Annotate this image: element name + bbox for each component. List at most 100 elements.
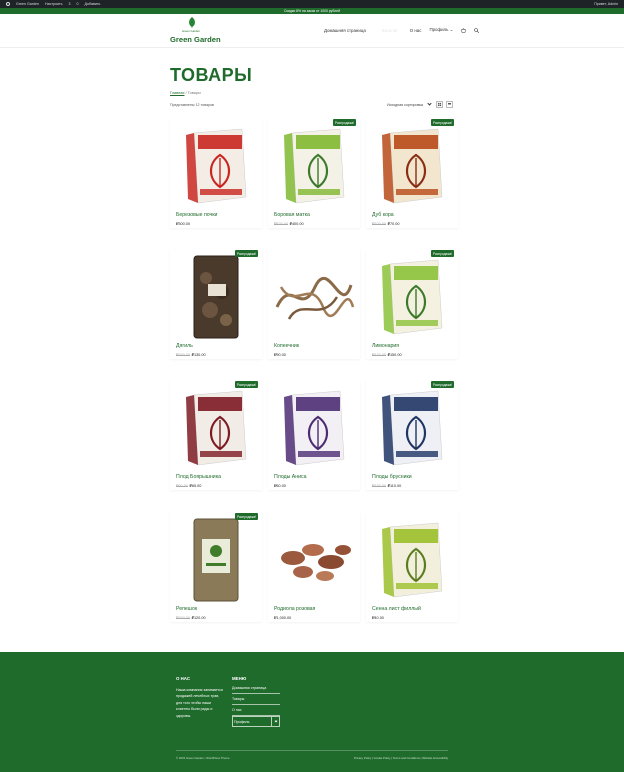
admin-bar: Green Garden Настроить 3 0 Добавить Прив…	[0, 0, 624, 8]
footer-about-text: Наша компания занимается продажей лечебн…	[176, 688, 223, 718]
admin-customize[interactable]: Настроить	[45, 2, 63, 6]
product-image[interactable]	[368, 253, 456, 341]
product-name[interactable]: Березовые почки	[176, 212, 217, 218]
product-name[interactable]: Плоды брусники	[372, 474, 412, 480]
product-name[interactable]: Дуб кора	[372, 212, 394, 218]
product-name[interactable]: Сенна лист филлый	[372, 606, 421, 612]
product-name[interactable]: Копеечник	[274, 343, 299, 349]
footer-legal-links[interactable]: Privacy Policy | Cookie Policy | Terms a…	[354, 756, 448, 760]
product-name[interactable]: Плоды Аниса	[274, 474, 306, 480]
grid-view-button[interactable]	[436, 101, 443, 108]
current-price: ₽400.00	[289, 222, 304, 226]
product-price: ₽130.00 ₽110.00	[372, 483, 401, 488]
product-card[interactable]: Березовые почки ₽300.00	[170, 118, 262, 228]
footer-menu-item[interactable]: Товары	[232, 694, 280, 705]
admin-new[interactable]: Добавить	[85, 2, 101, 6]
product-card[interactable]: Распродажа! Плоды брусники ₽130.00 ₽110.0…	[366, 380, 458, 490]
current-price: ₽65.00	[189, 484, 202, 488]
footer-menu-item[interactable]: Домашняя страница	[232, 683, 280, 694]
chevron-down-icon[interactable]	[271, 717, 279, 726]
footer-menu-item: Профиль	[234, 719, 250, 724]
admin-greeting[interactable]: Привет, Admin	[594, 2, 618, 6]
old-price: ₽150.00	[176, 353, 191, 357]
chevron-down-icon	[427, 101, 432, 106]
sale-badge: Распродажа!	[430, 381, 454, 388]
cart-icon[interactable]	[461, 27, 467, 33]
product-card[interactable]: Распродажа! Боровая матка ₽520.00 ₽400.00	[268, 118, 360, 228]
product-price: ₽90.00	[274, 352, 286, 357]
sort-label: Исходная сортировка	[387, 102, 424, 107]
breadcrumb: Главная / Товары	[170, 91, 201, 95]
breadcrumb-home[interactable]: Главная	[170, 91, 184, 95]
sale-badge: Распродажа!	[234, 381, 258, 388]
current-price: ₽40.00	[372, 616, 384, 620]
nav-profile[interactable]: Профиль ⌄	[429, 27, 453, 33]
admin-comments[interactable]: 0	[77, 2, 79, 6]
admin-site-name[interactable]: Green Garden	[16, 2, 39, 6]
product-image[interactable]	[172, 516, 260, 604]
sale-badge: Распродажа!	[234, 250, 258, 257]
product-image[interactable]	[368, 384, 456, 472]
old-price: ₽100.00	[372, 222, 387, 226]
site-header: Green Garden Green Garden Домашняя стран…	[0, 14, 624, 48]
product-card[interactable]: Распродажа! Лимонария ₽170.00 ₽150.00	[366, 249, 458, 359]
product-price: ₽100.00 ₽70.00	[372, 221, 399, 226]
product-card[interactable]: Сенна лист филлый ₽40.00	[366, 512, 458, 622]
product-image[interactable]	[270, 384, 358, 472]
current-price: ₽110.00	[387, 484, 402, 488]
search-icon[interactable]	[474, 27, 480, 33]
sale-badge: Распродажа!	[332, 119, 356, 126]
product-card[interactable]: Копеечник ₽90.00	[268, 249, 360, 359]
admin-updates[interactable]: 3	[69, 2, 71, 6]
product-name[interactable]: Боровая матка	[274, 212, 310, 218]
site-footer: О НАС Наша компания занимается продажей …	[0, 652, 624, 772]
product-image[interactable]	[172, 253, 260, 341]
product-name[interactable]: Плод Боярышника	[176, 474, 221, 480]
product-card[interactable]: Родиола розовая ₽1,000.00	[268, 512, 360, 622]
current-price: ₽1,000.00	[274, 616, 292, 620]
product-image[interactable]	[172, 384, 260, 472]
footer-menu-item[interactable]: О нас	[232, 705, 280, 716]
sale-badge: Распродажа!	[234, 513, 258, 520]
product-card[interactable]: Распродажа! Репешок ₽150.00 ₽120.00	[170, 512, 262, 622]
product-card[interactable]: Распродажа! Плод Боярышника ₽90.00 ₽65.00	[170, 380, 262, 490]
current-price: ₽300.00	[176, 222, 191, 226]
grid-icon	[437, 102, 442, 107]
product-image[interactable]	[270, 253, 358, 341]
wordpress-icon[interactable]	[6, 1, 10, 7]
old-price: ₽150.00	[176, 616, 191, 620]
nav-home[interactable]: Домашняя страница	[324, 28, 366, 33]
leaf-logo-icon	[189, 17, 195, 28]
footer-menu: Домашняя страница Товары О нас Профиль	[232, 683, 280, 727]
product-price: ₽300.00	[176, 221, 190, 226]
list-view-button[interactable]	[446, 101, 453, 108]
product-card[interactable]: Плоды Аниса ₽60.00	[268, 380, 360, 490]
product-price: ₽520.00 ₽400.00	[274, 221, 304, 226]
product-name[interactable]: Репешок	[176, 606, 197, 612]
current-price: ₽150.00	[387, 353, 402, 357]
product-image[interactable]	[368, 122, 456, 210]
nav-about[interactable]: О нас	[410, 28, 422, 33]
product-card[interactable]: Распродажа! Дягиль ₽150.00 ₽130.00	[170, 249, 262, 359]
product-price: ₽1,000.00	[274, 615, 291, 620]
old-price: ₽130.00	[372, 484, 387, 488]
current-price: ₽130.00	[191, 353, 206, 357]
product-name[interactable]: Дягиль	[176, 343, 193, 349]
product-image[interactable]	[270, 516, 358, 604]
footer-divider	[176, 750, 448, 751]
old-price: ₽90.00	[176, 484, 188, 488]
product-name[interactable]: Родиола розовая	[274, 606, 315, 612]
product-card[interactable]: Распродажа! Дуб кора ₽100.00 ₽70.00	[366, 118, 458, 228]
product-price: ₽150.00 ₽130.00	[176, 352, 206, 357]
product-image[interactable]	[270, 122, 358, 210]
product-image[interactable]	[172, 122, 260, 210]
sale-badge: Распродажа!	[430, 250, 454, 257]
nav-catalog[interactable]: Каталог	[382, 28, 398, 33]
footer-copyright: © 2023 Green Garden • WordPress Theme	[176, 756, 230, 760]
sort-select[interactable]: Исходная сортировка	[387, 101, 433, 108]
footer-menu-profile[interactable]: Профиль	[232, 716, 280, 727]
product-price: ₽60.00	[274, 483, 286, 488]
product-image[interactable]	[368, 516, 456, 604]
product-name[interactable]: Лимонария	[372, 343, 399, 349]
logo-tagline: Green Garden	[182, 29, 200, 33]
